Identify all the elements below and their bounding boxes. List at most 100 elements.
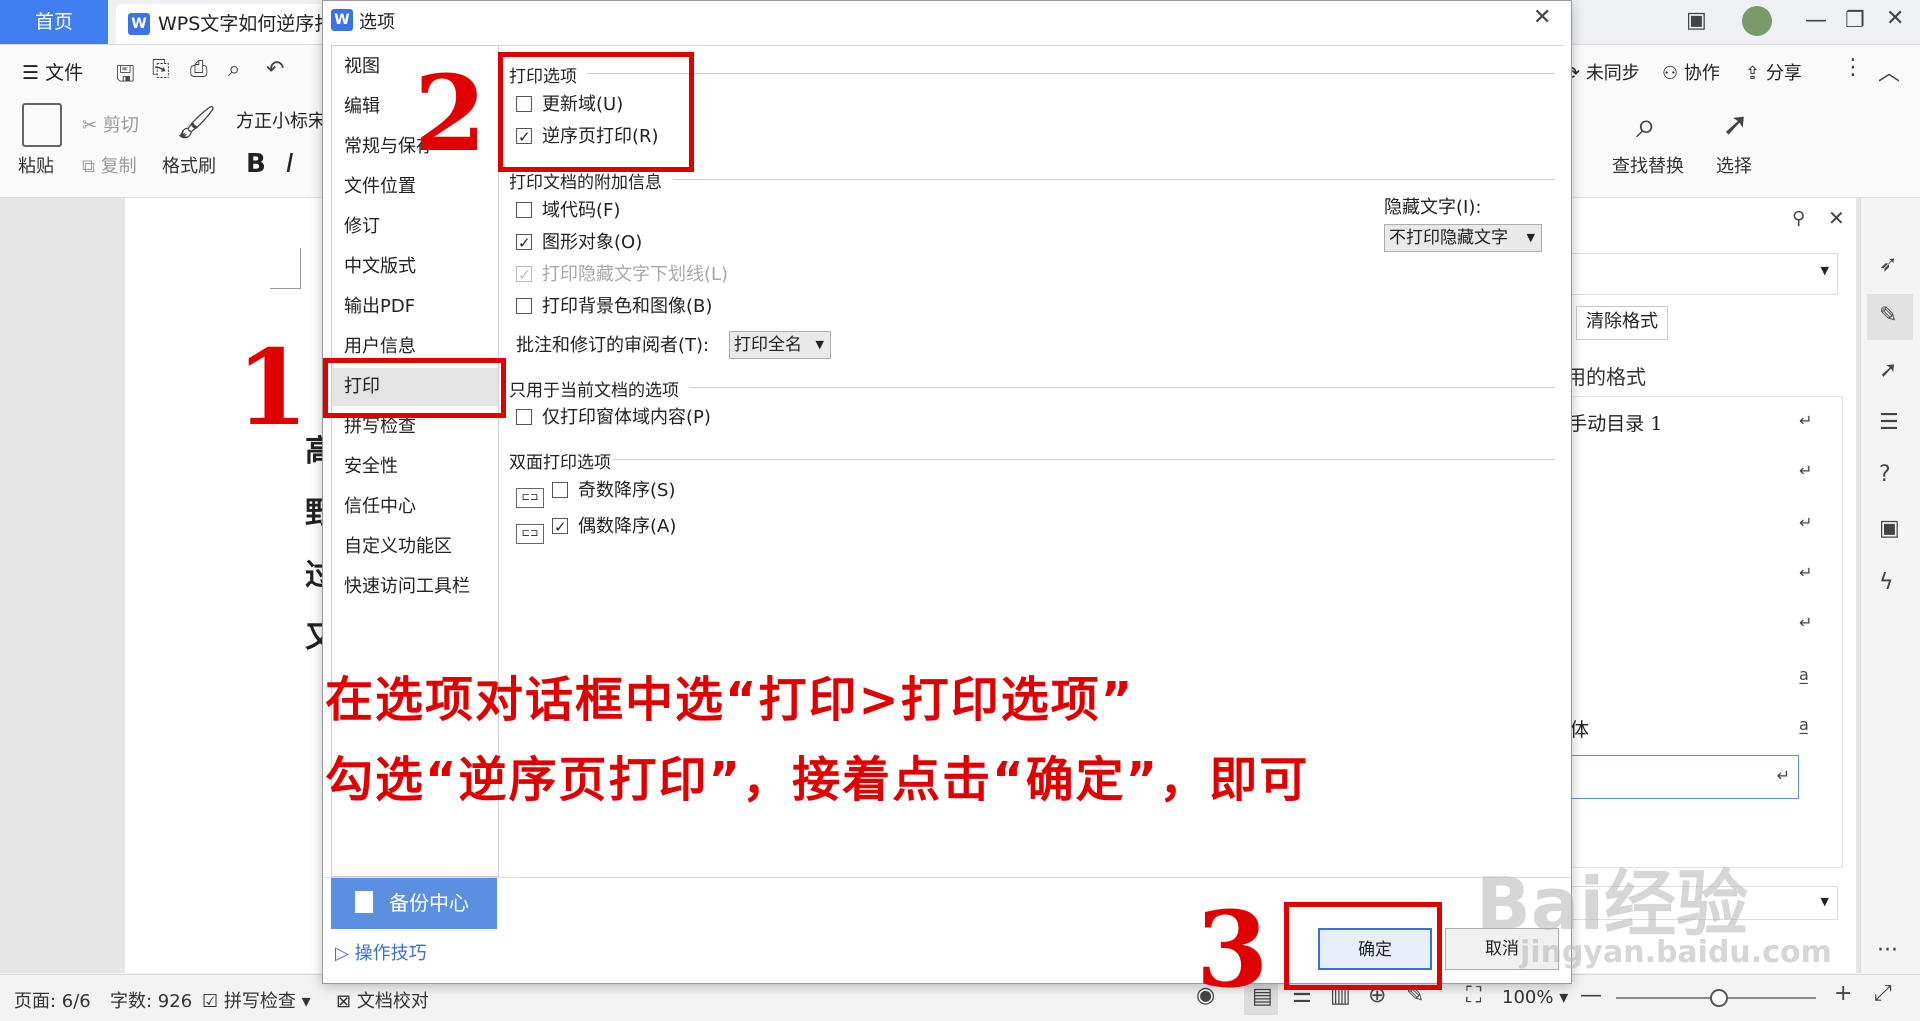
checkbox-even-descending[interactable]: ⊏⊐ 偶数降序(A) [516, 515, 676, 544]
checkbox-odd-descending[interactable]: ⊏⊐ 奇数降序(S) [516, 479, 676, 508]
avatar[interactable] [1742, 6, 1772, 36]
hidden-text-select[interactable]: 不打印隐藏文字 ▼ [1384, 224, 1542, 252]
return-icon: ↵ [1799, 513, 1813, 532]
chevron-down-icon: ▼ [1526, 231, 1535, 244]
zoom-slider-handle[interactable] [1710, 989, 1728, 1007]
page-count: 页面: 6/6 [14, 991, 91, 1012]
checkbox-label: 奇数降序(S) [578, 480, 676, 501]
paste-button[interactable]: 粘贴 [18, 152, 54, 178]
collapse-ribbon-icon[interactable]: ︿ [1878, 55, 1900, 87]
help-icon[interactable]: ? [1879, 462, 1891, 487]
select-button[interactable]: 选择 [1716, 152, 1752, 178]
nav-item-trust-center[interactable]: 信任中心 [332, 488, 498, 526]
nav-item-chinese-layout[interactable]: 中文版式 [332, 248, 498, 286]
cursor-icon[interactable]: ➚ [1722, 105, 1749, 143]
preview-icon[interactable]: ⌕ [228, 57, 240, 82]
sliders-icon[interactable]: ☰ [1879, 410, 1899, 435]
image-icon[interactable]: ▣ [1879, 516, 1900, 541]
edit-tool-active[interactable]: ✎ [1867, 294, 1913, 340]
checkbox-background[interactable]: 打印背景色和图像(B) [516, 295, 712, 319]
clear-format-button[interactable]: 清除格式 [1576, 306, 1668, 340]
duplex-icon: ⊏⊐ [516, 524, 544, 544]
return-icon: ↵ [1799, 411, 1813, 430]
tab-document[interactable]: W WPS文字如何逆序打 [116, 4, 336, 44]
dialog-footer-divider [323, 877, 1571, 878]
search-icon[interactable]: ⌕ [1636, 105, 1656, 147]
dialog-titlebar: W 选项 ✕ [323, 1, 1571, 39]
bold-icon[interactable]: B [246, 149, 266, 179]
italic-icon[interactable]: I [286, 149, 294, 179]
save-icon[interactable]: 🖫 [116, 57, 135, 95]
zoom-slider[interactable] [1616, 989, 1816, 1007]
rocket-icon[interactable]: ➶ [1879, 252, 1897, 277]
more-icon[interactable]: ⋮ [1842, 55, 1864, 80]
zoom-in-icon[interactable]: + [1834, 981, 1852, 1006]
checkbox-label: 图形对象(O) [542, 232, 643, 253]
highlight-print-options [498, 52, 694, 172]
backup-center-label: 备份中心 [389, 891, 469, 915]
find-replace-button[interactable]: 查找替换 [1612, 152, 1684, 178]
divider [673, 179, 1555, 180]
reviewer-select[interactable]: 打印全名 ▼ [729, 331, 831, 359]
margin-corner [270, 248, 301, 289]
backup-center-button[interactable]: 备份中心 [331, 877, 497, 929]
minimize-icon[interactable]: — [1805, 8, 1827, 33]
file-menu[interactable]: ☰ 文件 [22, 58, 83, 85]
paste-icon[interactable] [22, 103, 62, 147]
zoom-out-icon[interactable]: — [1580, 983, 1602, 1008]
checkbox-box [552, 482, 568, 498]
style-dropdown[interactable]: ▼ [1546, 253, 1838, 295]
close-panel-icon[interactable]: ✕ [1828, 206, 1845, 230]
scissors-icon: ✂ [82, 115, 98, 136]
font-name-field[interactable]: 方正小标宋 [236, 107, 326, 137]
nav-item-revision[interactable]: 修订 [332, 208, 498, 246]
checkbox-field-codes[interactable]: 域代码(F) [516, 199, 620, 223]
checkbox-hidden-underline: 打印隐藏文字下划线(L) [516, 263, 728, 287]
checkbox-form-fields[interactable]: 仅打印窗体域内容(P) [516, 406, 711, 430]
layout-icon[interactable]: ▣ [1686, 8, 1707, 33]
unsynced-button[interactable]: ⟳ 未同步 [1565, 59, 1640, 85]
hamburger-icon: ☰ [22, 62, 40, 84]
nav-item-pdf[interactable]: 输出PDF [332, 288, 498, 326]
more-dots-icon[interactable]: ··· [1877, 938, 1898, 963]
pin-icon[interactable]: ⚲ [1792, 208, 1805, 229]
collab-label: 协作 [1683, 63, 1720, 84]
proof-button[interactable]: ⊠ 文档校对 [336, 987, 429, 1013]
checkbox-label: 打印隐藏文字下划线(L) [542, 264, 729, 285]
zoom-value: 100% [1502, 987, 1554, 1008]
copy-label: 复制 [100, 156, 137, 177]
nav-item-quick-access[interactable]: 快速访问工具栏 [332, 568, 498, 606]
fit-page-icon[interactable]: ⛶ [1466, 983, 1481, 1008]
cut-button[interactable]: ✂ 剪切 [82, 111, 139, 137]
divider [587, 73, 1555, 74]
format-painter-button[interactable]: 格式刷 [162, 152, 216, 178]
hidden-text-value: 不打印隐藏文字 [1389, 228, 1508, 248]
section-duplex: 双面打印选项 [509, 453, 611, 473]
fullscreen-icon[interactable]: ⤢ [1874, 981, 1892, 1006]
highlight-ok-button [1284, 902, 1442, 990]
nav-item-security[interactable]: 安全性 [332, 448, 498, 486]
print-icon[interactable]: ⎙ [190, 57, 208, 82]
checkbox-label: 打印背景色和图像(B) [542, 296, 713, 317]
restore-icon[interactable]: ❐ [1845, 8, 1865, 33]
format-painter-icon[interactable]: 🖌 [176, 103, 217, 141]
style-item-selected[interactable]: ↵ [1547, 755, 1799, 799]
close-icon[interactable]: ✕ [1533, 5, 1551, 30]
nav-item-customize-ribbon[interactable]: 自定义功能区 [332, 528, 498, 566]
pointer-icon[interactable]: ➚ [1879, 358, 1897, 383]
word-count[interactable]: 字数: 926 [110, 987, 192, 1013]
collab-button[interactable]: ⚇ 协作 [1662, 59, 1720, 85]
play-icon: ▷ [335, 943, 349, 964]
tips-link[interactable]: ▷ 操作技巧 [335, 939, 427, 965]
zoom-level[interactable]: 100% ▾ [1502, 987, 1568, 1008]
checkbox-box [516, 298, 532, 314]
checkbox-drawing-objects[interactable]: 图形对象(O) [516, 231, 642, 255]
copy-button[interactable]: ⧉ 复制 [82, 152, 137, 178]
lightning-icon[interactable]: ϟ [1879, 570, 1894, 595]
spell-check-button[interactable]: ☑ 拼写检查 ▾ [202, 987, 311, 1013]
close-window-icon[interactable]: ✕ [1886, 6, 1904, 31]
share-button[interactable]: ⇪ 分享 [1745, 59, 1802, 85]
tab-home[interactable]: 首页 [0, 0, 108, 44]
undo-icon[interactable]: ↶ [266, 57, 284, 82]
export-icon[interactable]: ⎘ [152, 57, 170, 82]
